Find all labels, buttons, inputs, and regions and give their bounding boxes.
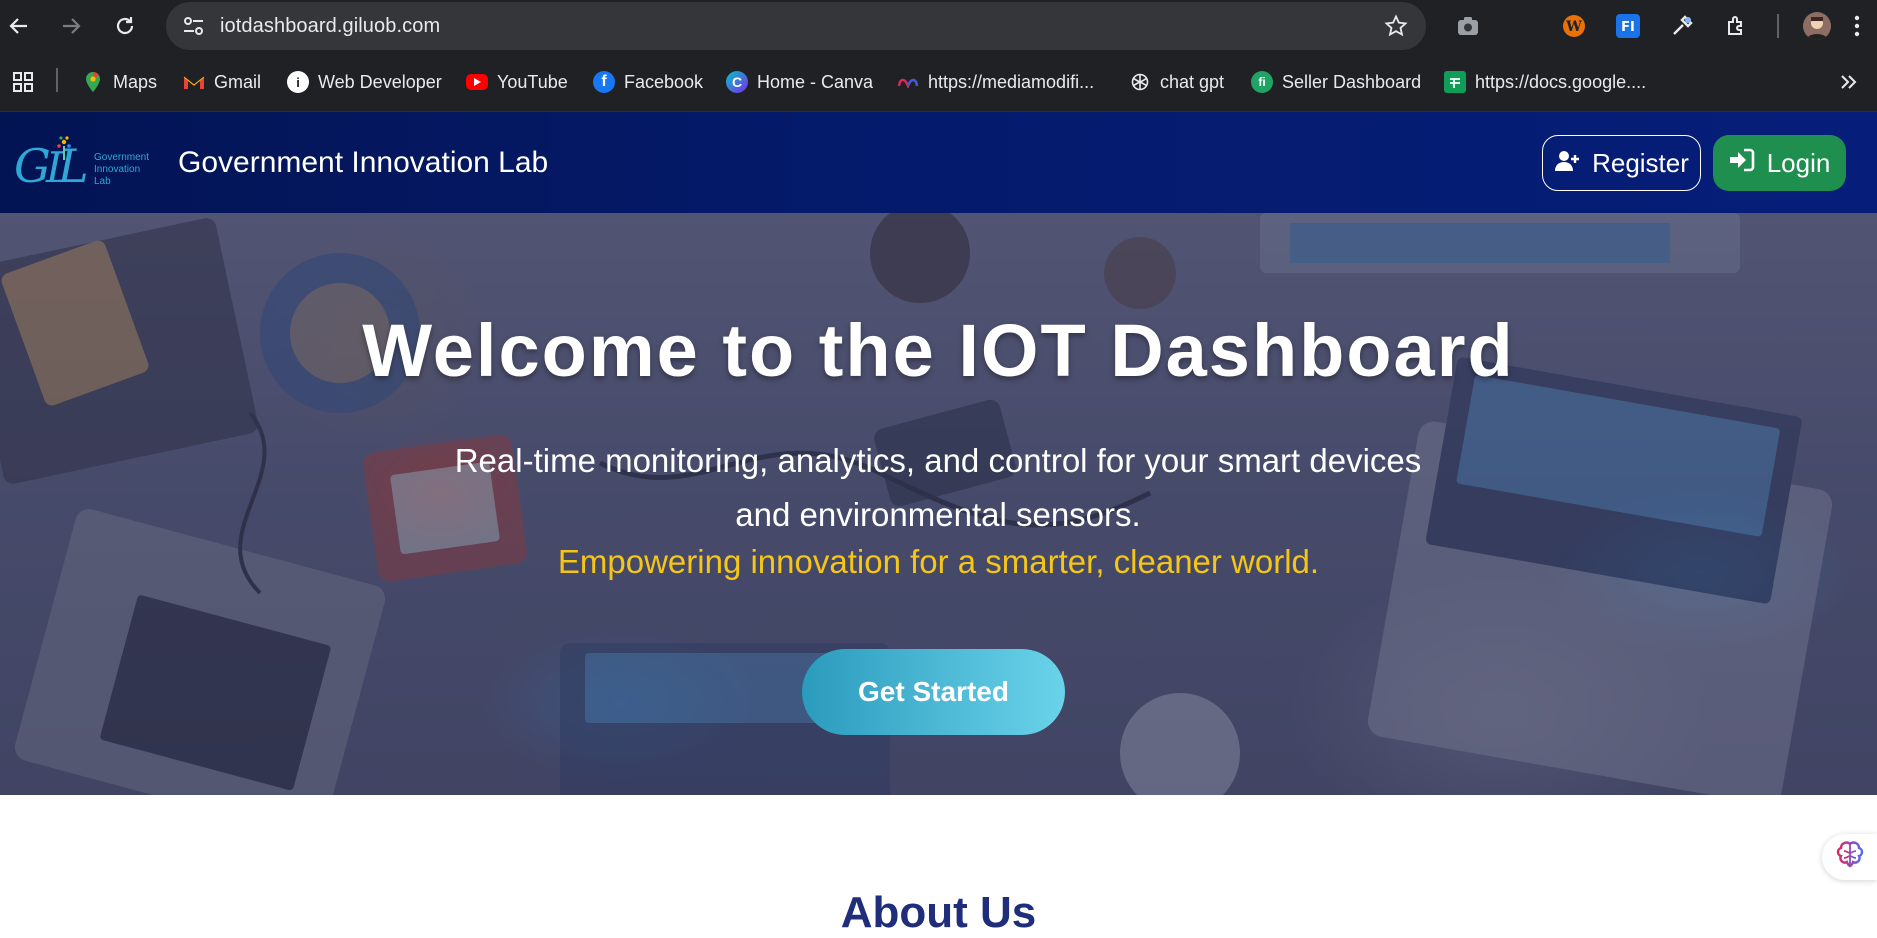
svg-text:Lab: Lab <box>94 176 111 187</box>
bookmark-label: Maps <box>113 71 158 92</box>
gmail-icon <box>183 71 205 93</box>
canva-icon: C <box>726 71 748 93</box>
hero-tagline: Empowering innovation for a smarter, cle… <box>557 543 1320 580</box>
svg-text:L: L <box>57 139 89 193</box>
kebab-menu-icon[interactable] <box>1843 12 1871 40</box>
toolbar-divider <box>1777 14 1779 38</box>
bookmarks-divider <box>56 68 58 92</box>
hero-section: Welcome to the IOT Dashboard Real-time m… <box>0 213 1877 795</box>
bookmark-seller-dashboard[interactable]: fi Seller Dashboard <box>1251 67 1421 97</box>
bookmark-facebook[interactable]: f Facebook <box>593 67 703 97</box>
url-text[interactable]: iotdashboard.giluob.com <box>220 15 440 38</box>
bookmark-label: Home - Canva <box>757 71 874 92</box>
get-started-button[interactable]: Get Started <box>802 649 1065 735</box>
hero-subtitle: Real-time monitoring, analytics, and con… <box>454 442 1422 533</box>
bookmark-canva[interactable]: C Home - Canva <box>726 67 873 97</box>
bookmark-label: YouTube <box>497 71 568 92</box>
bookmark-gmail[interactable]: Gmail <box>183 67 261 97</box>
bookmark-chat-gpt[interactable]: chat gpt <box>1129 67 1224 97</box>
info-icon: i <box>287 71 309 93</box>
ai-assistant-button[interactable] <box>1822 834 1877 880</box>
address-bar[interactable]: iotdashboard.giluob.com <box>166 2 1426 50</box>
meta-icon <box>897 71 919 93</box>
bookmark-maps[interactable]: Maps <box>82 67 157 97</box>
wordpress-icon[interactable]: W <box>1560 12 1588 40</box>
brain-icon <box>1835 840 1865 875</box>
register-label: Register <box>1592 147 1689 178</box>
youtube-icon <box>466 74 488 90</box>
browser-toolbar: iotdashboard.giluob.com W FI <box>0 0 1877 52</box>
bookmark-label: chat gpt <box>1160 71 1225 92</box>
forward-icon[interactable] <box>58 13 84 39</box>
facebook-icon: f <box>593 71 615 93</box>
bookmark-label: Web Developer <box>318 71 442 92</box>
svg-text:Innovation: Innovation <box>94 164 140 175</box>
site-settings-icon[interactable] <box>178 14 210 38</box>
extensions-puzzle-icon[interactable] <box>1723 12 1751 40</box>
camera-icon[interactable] <box>1454 12 1482 40</box>
fi-extension-icon[interactable]: FI <box>1614 12 1642 40</box>
bookmark-mediamodifier[interactable]: https://mediamodifi... <box>897 67 1094 97</box>
reload-icon[interactable] <box>112 13 138 39</box>
site-header: G I L Government Innovation Lab Governme… <box>0 112 1877 213</box>
more-bookmarks-icon[interactable] <box>1838 67 1858 97</box>
bookmark-youtube[interactable]: YouTube <box>466 67 568 97</box>
gil-logo[interactable]: G I L Government Innovation Lab <box>14 132 160 194</box>
profile-avatar[interactable] <box>1803 12 1831 40</box>
login-button[interactable]: Login <box>1713 135 1846 191</box>
fi-icon: fi <box>1251 71 1273 93</box>
bookmark-label: Gmail <box>214 71 262 92</box>
back-icon[interactable] <box>6 13 32 39</box>
sheets-icon <box>1444 71 1466 93</box>
bookmark-label: Facebook <box>624 71 704 92</box>
maps-icon <box>82 71 104 93</box>
sign-in-icon <box>1729 148 1755 179</box>
user-plus-icon <box>1554 148 1580 179</box>
bookmark-star-icon[interactable] <box>1384 14 1408 43</box>
svg-text:Government: Government <box>94 152 149 163</box>
openai-icon <box>1129 71 1151 93</box>
bookmark-label: https://mediamodifi... <box>928 71 1095 92</box>
bookmarks-bar: Maps Gmail i Web Developer YouTube f Fac… <box>0 52 1877 112</box>
bookmark-label: Seller Dashboard <box>1282 71 1422 92</box>
bookmark-label: https://docs.google.... <box>1475 71 1647 92</box>
site-title[interactable]: Government Innovation Lab <box>178 146 548 180</box>
eyedropper-icon[interactable] <box>1668 12 1696 40</box>
bookmark-docs-google[interactable]: https://docs.google.... <box>1444 67 1646 97</box>
bookmark-web-developer[interactable]: i Web Developer <box>287 67 442 97</box>
login-label: Login <box>1766 147 1831 178</box>
register-button[interactable]: Register <box>1542 135 1701 191</box>
svg-text:FI: FI <box>1621 20 1635 35</box>
svg-text:W: W <box>1565 19 1582 35</box>
apps-grid-icon[interactable] <box>12 67 34 97</box>
hero-title: Welcome to the IOT Dashboard <box>362 309 1515 392</box>
